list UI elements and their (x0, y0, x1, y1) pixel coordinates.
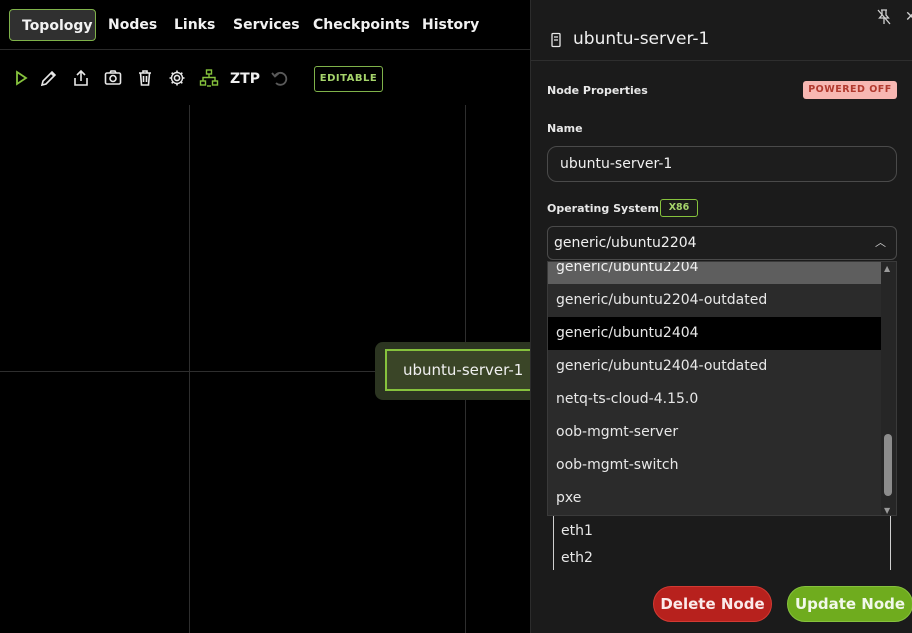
canvas-toolbar: ZTP EDITABLE (0, 60, 530, 96)
play-icon[interactable] (10, 67, 32, 89)
panel-title: ubuntu-server-1 (573, 29, 710, 49)
pencil-icon[interactable] (38, 67, 60, 89)
unpin-icon[interactable] (877, 9, 891, 25)
gear-icon[interactable] (166, 67, 188, 89)
ztp-button[interactable]: ZTP (230, 71, 260, 87)
camera-icon[interactable] (102, 67, 124, 89)
trash-icon[interactable] (134, 67, 156, 89)
section-label: Node Properties (547, 84, 648, 97)
node-properties-panel: ✕ ubuntu-server-1 Node Properties POWERE… (530, 0, 912, 633)
status-badge: POWERED OFF (803, 81, 897, 99)
close-icon[interactable]: ✕ (905, 9, 912, 25)
os-select[interactable]: generic/ubuntu2204 ︿ (547, 226, 897, 260)
divider (531, 60, 912, 61)
name-label: Name (547, 122, 583, 135)
share-icon[interactable] (70, 67, 92, 89)
chevron-up-icon: ︿ (875, 236, 886, 249)
tab-bar: Topology Nodes Links Services Checkpoint… (0, 0, 530, 50)
os-option[interactable]: generic/ubuntu2404-outdated (548, 350, 882, 383)
server-icon (549, 32, 563, 48)
os-select-value: generic/ubuntu2204 (554, 235, 697, 251)
tab-topology[interactable]: Topology (9, 9, 96, 41)
os-option[interactable]: generic/ubuntu2404 (548, 317, 882, 350)
name-field[interactable]: ubuntu-server-1 (547, 146, 897, 182)
os-option[interactable]: oob-mgmt-switch (548, 449, 882, 482)
interface-list-border (890, 510, 891, 570)
os-option[interactable]: generic/ubuntu2204 (548, 262, 882, 284)
tab-nodes[interactable]: Nodes (108, 9, 157, 41)
tab-checkpoints[interactable]: Checkpoints (313, 9, 410, 41)
tab-links[interactable]: Links (174, 9, 215, 41)
scroll-down-icon[interactable]: ▼ (884, 506, 890, 515)
interface-list-border (553, 510, 554, 570)
scroll-up-icon[interactable]: ▲ (884, 264, 890, 273)
os-option[interactable]: netq-ts-cloud-4.15.0 (548, 383, 882, 416)
grid-line (189, 105, 190, 633)
topology-node[interactable]: ubuntu-server-1 (385, 349, 530, 391)
update-node-button[interactable]: Update Node (787, 586, 912, 622)
arch-badge: X86 (660, 199, 698, 217)
os-dropdown-list: generic/ubuntu2204 generic/ubuntu2204-ou… (547, 261, 897, 516)
os-option[interactable]: oob-mgmt-server (548, 416, 882, 449)
undo-icon[interactable] (269, 67, 291, 89)
interface-item[interactable]: eth2 (561, 550, 593, 566)
os-option[interactable]: generic/ubuntu2204-outdated (548, 284, 882, 317)
dropdown-scrollbar[interactable]: ▲ ▼ (881, 262, 896, 515)
tab-history[interactable]: History (422, 9, 479, 41)
os-label: Operating System (547, 202, 659, 215)
editable-badge: EDITABLE (314, 66, 383, 92)
os-option[interactable]: pxe (548, 482, 882, 515)
tab-services[interactable]: Services (233, 9, 300, 41)
topology-canvas-area: Topology Nodes Links Services Checkpoint… (0, 0, 530, 633)
network-icon[interactable] (198, 67, 220, 89)
scrollbar-thumb[interactable] (884, 434, 892, 496)
interface-item[interactable]: eth1 (561, 523, 593, 539)
delete-node-button[interactable]: Delete Node (653, 586, 772, 622)
